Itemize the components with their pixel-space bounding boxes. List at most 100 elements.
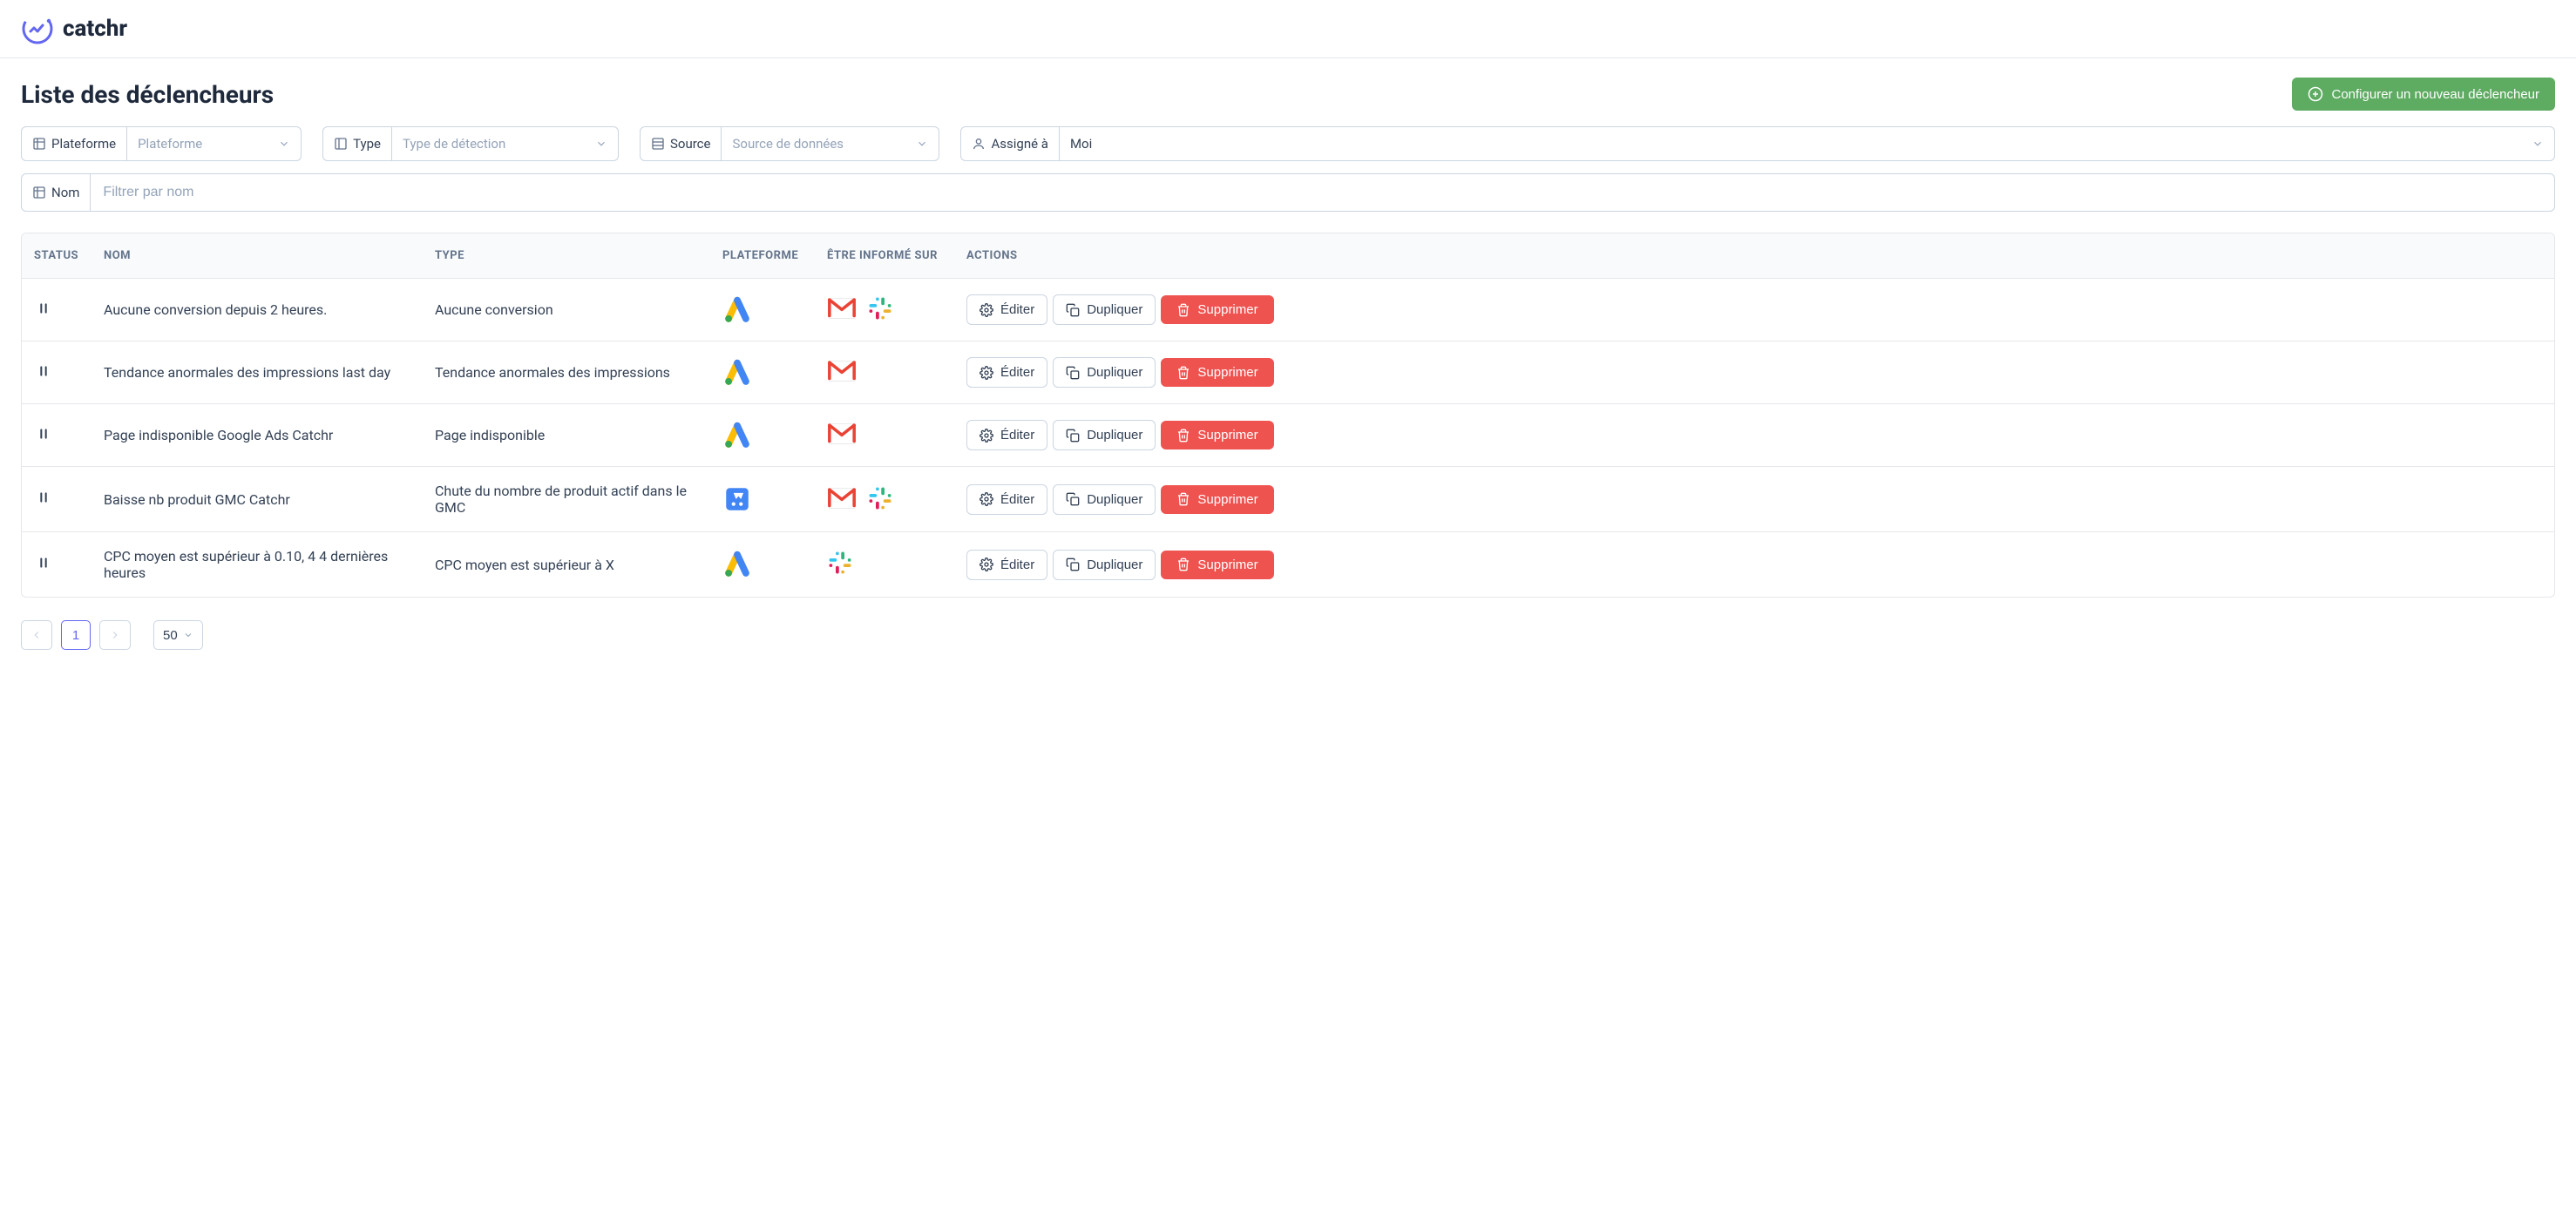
trigger-name: CPC moyen est supérieur à 0.10, 4 4 dern… xyxy=(92,532,423,598)
gmail-icon xyxy=(827,422,857,446)
configure-trigger-label: Configurer un nouveau déclencheur xyxy=(2332,87,2540,102)
logo[interactable]: catchr xyxy=(21,12,127,45)
pause-icon xyxy=(34,301,53,315)
pause-icon xyxy=(34,490,53,504)
page-number-button[interactable]: 1 xyxy=(61,620,91,650)
type-filter-select[interactable]: Type de détection xyxy=(392,126,619,161)
resize-icon xyxy=(32,137,46,151)
chevron-left-icon xyxy=(31,629,43,641)
chevron-right-icon xyxy=(109,629,121,641)
trigger-type: Page indisponible xyxy=(423,404,710,467)
gear-icon xyxy=(980,429,993,443)
google-ads-icon xyxy=(722,358,803,388)
col-actions: ACTIONS xyxy=(954,233,2554,279)
chevron-down-icon xyxy=(2532,138,2544,150)
edit-button[interactable]: Éditer xyxy=(966,550,1047,580)
trigger-name: Baisse nb produit GMC Catchr xyxy=(92,467,423,532)
col-type: TYPE xyxy=(423,233,710,279)
pause-icon xyxy=(34,556,53,570)
trash-icon xyxy=(1176,429,1190,443)
trigger-name: Aucune conversion depuis 2 heures. xyxy=(92,279,423,341)
pause-icon xyxy=(34,364,53,378)
trigger-type: Aucune conversion xyxy=(423,279,710,341)
duplicate-button[interactable]: Dupliquer xyxy=(1053,357,1156,388)
trigger-type: Chute du nombre de produit actif dans le… xyxy=(423,467,710,532)
duplicate-button[interactable]: Dupliquer xyxy=(1053,420,1156,450)
trigger-name: Tendance anormales des impressions last … xyxy=(92,341,423,404)
assigned-filter-select[interactable]: Moi xyxy=(1060,126,2555,161)
slack-icon xyxy=(827,550,853,576)
configure-trigger-button[interactable]: Configurer un nouveau déclencheur xyxy=(2292,78,2556,111)
trash-icon xyxy=(1176,492,1190,506)
copy-icon xyxy=(1066,429,1080,443)
gmail-icon xyxy=(827,296,857,321)
table-row: Baisse nb produit GMC CatchrChute du nom… xyxy=(22,467,2554,532)
delete-button[interactable]: Supprimer xyxy=(1161,421,1273,449)
col-name: NOM xyxy=(92,233,423,279)
trash-icon xyxy=(1176,558,1190,571)
google-ads-icon xyxy=(722,421,803,450)
table-row: Tendance anormales des impressions last … xyxy=(22,341,2554,404)
pagination: 1 50 xyxy=(21,620,2555,650)
page-title: Liste des déclencheurs xyxy=(21,80,274,109)
copy-icon xyxy=(1066,492,1080,506)
chevron-down-icon xyxy=(916,138,928,150)
name-filter-label: Nom xyxy=(21,173,91,212)
edit-button[interactable]: Éditer xyxy=(966,294,1047,325)
gear-icon xyxy=(980,492,993,506)
page-prev-button[interactable] xyxy=(21,620,52,650)
trigger-name: Page indisponible Google Ads Catchr xyxy=(92,404,423,467)
trigger-type: Tendance anormales des impressions xyxy=(423,341,710,404)
copy-icon xyxy=(1066,366,1080,380)
copy-icon xyxy=(1066,558,1080,571)
pause-icon xyxy=(34,427,53,441)
google-ads-icon xyxy=(722,295,803,325)
slack-icon xyxy=(867,485,893,511)
platform-filter-select[interactable]: Plateforme xyxy=(127,126,302,161)
layout-icon xyxy=(334,137,348,151)
edit-button[interactable]: Éditer xyxy=(966,420,1047,450)
table-row: Page indisponible Google Ads CatchrPage … xyxy=(22,404,2554,467)
name-filter-input[interactable] xyxy=(91,173,2555,212)
table-row: CPC moyen est supérieur à 0.10, 4 4 dern… xyxy=(22,532,2554,598)
delete-button[interactable]: Supprimer xyxy=(1161,551,1273,579)
logo-text: catchr xyxy=(63,16,127,42)
google-merchant-icon xyxy=(722,484,803,514)
col-informed: ÊTRE INFORMÉ SUR xyxy=(815,233,954,279)
edit-button[interactable]: Éditer xyxy=(966,484,1047,515)
edit-button[interactable]: Éditer xyxy=(966,357,1047,388)
gmail-icon xyxy=(827,359,857,383)
trash-icon xyxy=(1176,366,1190,380)
platform-filter-label: Plateforme xyxy=(21,126,127,161)
assigned-filter-label: Assigné à xyxy=(960,126,1059,161)
trash-icon xyxy=(1176,303,1190,317)
chevron-down-icon xyxy=(278,138,290,150)
duplicate-button[interactable]: Dupliquer xyxy=(1053,294,1156,325)
delete-button[interactable]: Supprimer xyxy=(1161,485,1273,514)
database-icon xyxy=(651,137,665,151)
gear-icon xyxy=(980,303,993,317)
col-status: STATUS xyxy=(22,233,92,279)
delete-button[interactable]: Supprimer xyxy=(1161,358,1273,387)
duplicate-button[interactable]: Dupliquer xyxy=(1053,550,1156,580)
delete-button[interactable]: Supprimer xyxy=(1161,295,1273,324)
app-header: catchr xyxy=(0,0,2576,58)
col-platform: PLATEFORME xyxy=(710,233,815,279)
google-ads-icon xyxy=(722,550,803,579)
triggers-table: STATUS NOM TYPE PLATEFORME ÊTRE INFORMÉ … xyxy=(21,233,2555,598)
resize-icon xyxy=(32,186,46,199)
logo-mark-icon xyxy=(21,12,54,45)
gmail-icon xyxy=(827,486,857,510)
duplicate-button[interactable]: Dupliquer xyxy=(1053,484,1156,515)
gear-icon xyxy=(980,558,993,571)
slack-icon xyxy=(867,295,893,321)
chevron-down-icon xyxy=(183,630,193,640)
type-filter-label: Type xyxy=(322,126,392,161)
page-next-button[interactable] xyxy=(99,620,131,650)
source-filter-label: Source xyxy=(640,126,722,161)
user-icon xyxy=(972,137,986,151)
page-size-select[interactable]: 50 xyxy=(153,620,203,650)
copy-icon xyxy=(1066,303,1080,317)
gear-icon xyxy=(980,366,993,380)
source-filter-select[interactable]: Source de données xyxy=(722,126,939,161)
